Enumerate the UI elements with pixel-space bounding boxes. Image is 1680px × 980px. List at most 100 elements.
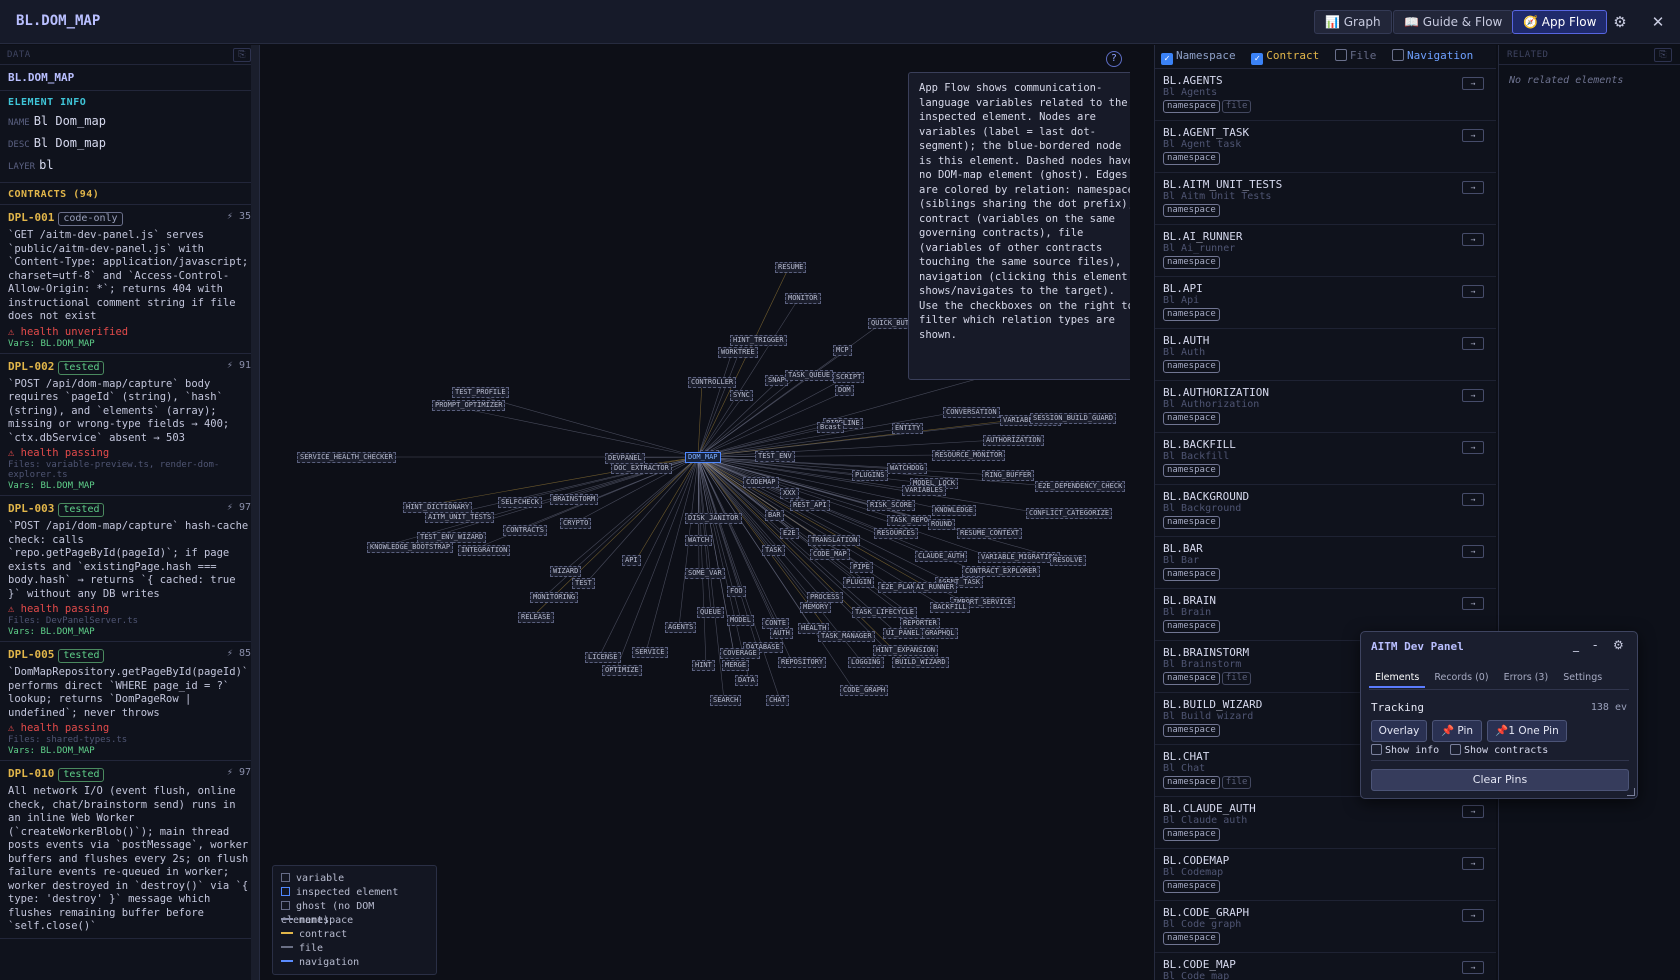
graph-node[interactable]: TEST_ENV — [755, 451, 795, 462]
graph-node[interactable]: VARIABLE_MIGRATION — [978, 552, 1060, 563]
help-icon[interactable]: ? — [1106, 51, 1122, 67]
graph-node[interactable]: DATA — [735, 675, 758, 686]
graph-node[interactable]: QUEUE — [697, 607, 725, 618]
graph-node[interactable]: CODE_MAP — [810, 549, 850, 560]
graph-node[interactable]: CHAT — [766, 695, 789, 706]
graph-node[interactable]: UI_PANEL — [883, 628, 923, 639]
arrow-right-icon[interactable]: → — [1462, 545, 1484, 558]
graph-node[interactable]: CONTRACT_EXPLORER — [962, 566, 1040, 577]
arrow-right-icon[interactable]: → — [1462, 909, 1484, 922]
contract-card[interactable]: DPL-001 code-only ⚡ 35 `GET /aitm-dev-panel… — [0, 205, 259, 354]
list-item[interactable]: BL.AITM_UNIT_TESTS Bl Aitm Unit Tests name… — [1155, 173, 1496, 225]
graph-node[interactable]: AUTHORIZATION — [983, 435, 1044, 446]
graph-node[interactable]: MERGE — [722, 660, 750, 671]
graph-node[interactable]: FOO — [727, 586, 746, 597]
graph-node[interactable]: ENTITY — [892, 423, 924, 434]
graph-node[interactable]: REPOSITORY — [778, 657, 827, 668]
graph-node[interactable]: CONFLICT_CATEGORIZE — [1026, 508, 1113, 519]
checkbox-icon[interactable] — [1334, 49, 1347, 61]
graph-node[interactable]: KNOWLEDGE_BOOTSTRAP — [367, 542, 454, 553]
tab-records[interactable]: Records (0) — [1428, 672, 1494, 686]
graph-node[interactable]: RING_BUFFER — [982, 470, 1035, 481]
one-pin-button[interactable]: 📌1 One Pin — [1487, 720, 1567, 742]
list-item[interactable]: BL.CLAUDE_AUTH Bl Claude auth namespace → — [1155, 797, 1496, 849]
graph-node[interactable]: SELFCHECK — [498, 497, 542, 508]
graph-node[interactable]: RESUME — [775, 262, 807, 273]
graph-node[interactable]: SOME_VAR — [685, 568, 725, 579]
graph-node[interactable]: TASK_LIFECYCLE — [852, 607, 918, 618]
graph-node[interactable]: BAR — [765, 510, 784, 521]
tab-elements[interactable]: Elements — [1369, 672, 1426, 688]
graph-node[interactable]: CODEMAP — [743, 477, 779, 488]
graph-node[interactable]: PIPE — [850, 562, 873, 573]
graph-node[interactable]: CONVERSATION — [943, 407, 1000, 418]
resize-handle[interactable] — [1627, 788, 1635, 796]
list-item[interactable]: BL.CODE_MAPBl Code mapnamespace→ — [1155, 953, 1496, 980]
graph-node[interactable]: CONTRACTS — [503, 525, 547, 536]
list-item[interactable]: BL.API Bl Api namespace → — [1155, 277, 1496, 329]
arrow-right-icon[interactable]: → — [1462, 857, 1484, 870]
graph-node[interactable]: VARIABLES — [902, 485, 946, 496]
graph-node[interactable]: HINT_EXPANSION — [873, 645, 939, 656]
app-flow-button[interactable]: 🧭 App Flow — [1512, 10, 1608, 34]
graph-node[interactable]: Bcast — [817, 422, 845, 433]
show-contracts-checkbox[interactable]: Show contracts — [1450, 744, 1548, 756]
arrow-right-icon[interactable]: → — [1462, 805, 1484, 818]
pin-button[interactable]: 📌 Pin — [1432, 720, 1482, 742]
filter-namespace[interactable]: ✓ Namespace — [1161, 49, 1236, 65]
graph-node[interactable]: ROUND — [928, 519, 956, 530]
graph-node[interactable]: TASK_REPO — [887, 515, 931, 526]
filter-contract[interactable]: ✓ Contract — [1251, 49, 1319, 65]
graph-node[interactable]: RESUME_CONTEXT — [957, 528, 1023, 539]
graph-node[interactable]: REST_API — [790, 500, 830, 511]
graph-node[interactable]: RELEASE — [518, 612, 554, 623]
checkbox-checked-icon[interactable]: ✓ — [1161, 53, 1173, 65]
minimize-icon[interactable]: _ — [1573, 638, 1579, 652]
graph-node[interactable]: INTEGRATION — [458, 545, 511, 556]
graph-node[interactable]: RESOLVE — [1050, 555, 1086, 566]
contract-id[interactable]: DPL-010 — [8, 767, 54, 780]
arrow-right-icon[interactable]: → — [1462, 129, 1484, 142]
list-item[interactable]: BL.AGENT_TASK Bl Agent task namespace → — [1155, 121, 1496, 173]
checkbox-icon[interactable] — [1450, 744, 1461, 755]
restore-icon[interactable]: - — [1593, 638, 1597, 652]
graph-button[interactable]: 📊 Graph — [1314, 10, 1392, 34]
list-item[interactable]: BL.AGENTS Bl Agents namespace file → — [1155, 69, 1496, 121]
graph-node[interactable]: SERVICE_HEALTH_CHECKER — [297, 452, 396, 463]
graph-node[interactable]: WATCH — [685, 535, 713, 546]
graph-node[interactable]: TASK — [762, 545, 785, 556]
tab-settings[interactable]: Settings — [1557, 672, 1608, 686]
graph-node[interactable]: SEARCH — [710, 695, 742, 706]
contract-card[interactable]: DPL-010 tested ⚡ 97 All network I/O (event … — [0, 761, 259, 939]
graph-node[interactable]: WORKTREE — [718, 347, 758, 358]
contract-card[interactable]: DPL-003 tested ⚡ 97 `POST /api/dom-map/capt… — [0, 496, 259, 642]
list-item[interactable]: BL.AUTHORIZATION Bl Authorization namespac… — [1155, 381, 1496, 433]
graph-node[interactable]: MONITORING — [530, 592, 579, 603]
graph-node[interactable]: QUICK_BUT — [868, 318, 912, 329]
arrow-right-icon[interactable]: → — [1462, 337, 1484, 350]
copy-icon[interactable]: ⎘ — [233, 48, 251, 62]
graph-node[interactable]: PROMPT_OPTIMIZER — [432, 400, 506, 411]
checkbox-icon[interactable] — [1371, 744, 1382, 755]
graph-node[interactable]: TEST_PROFILE — [452, 387, 509, 398]
list-item[interactable]: BL.CODEMAP Bl Codemap namespace → — [1155, 849, 1496, 901]
graph-node[interactable]: AUTH — [770, 628, 793, 639]
graph-node[interactable]: AGENTS — [665, 622, 697, 633]
graph-node[interactable]: MONITOR — [785, 293, 821, 304]
graph-node[interactable]: RESOURCES — [874, 528, 918, 539]
graph-node[interactable]: HINT — [692, 660, 715, 671]
graph-node[interactable]: CLAUDE_AUTH — [915, 551, 968, 562]
graph-node[interactable]: BRAINSTORM — [550, 494, 599, 505]
graph-node[interactable]: TASK_MANAGER — [818, 631, 875, 642]
contract-id[interactable]: DPL-003 — [8, 502, 54, 515]
graph-node[interactable]: CRYPTO — [560, 518, 592, 529]
clear-pins-button[interactable]: Clear Pins — [1371, 769, 1629, 791]
checkbox-checked-icon[interactable]: ✓ — [1251, 53, 1264, 65]
graph-node[interactable]: COVERAGE — [720, 648, 760, 659]
arrow-right-icon[interactable]: → — [1462, 77, 1484, 90]
contract-id[interactable]: DPL-005 — [8, 648, 54, 661]
graph-node[interactable]: MCP — [833, 345, 852, 356]
graph-node[interactable]: OPTIMIZE — [602, 665, 642, 676]
graph-node[interactable]: RESOURCE_MONITOR — [932, 450, 1006, 461]
arrow-right-icon[interactable]: → — [1462, 389, 1484, 402]
